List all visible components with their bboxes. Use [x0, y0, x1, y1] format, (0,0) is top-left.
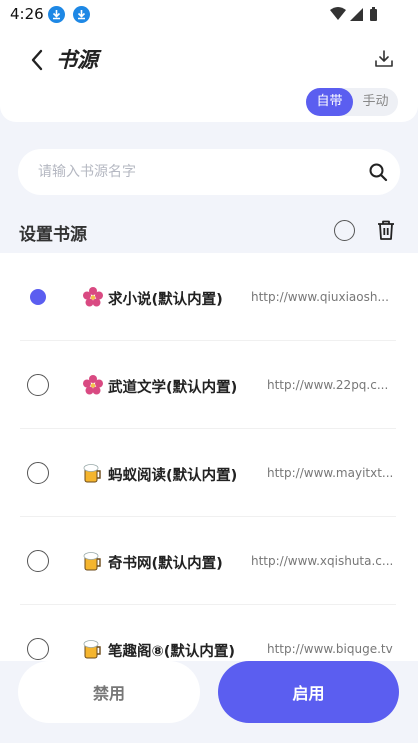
source-name: 奇书网(默认内置): [108, 556, 223, 572]
page-title: 书源: [56, 48, 98, 72]
search-input[interactable]: [38, 149, 338, 195]
wifi-icon: [330, 7, 346, 20]
status-bar: 4:26: [0, 0, 418, 28]
source-url: http://www.qiuxiaosh...: [251, 290, 389, 304]
section-title: 设置书源: [19, 225, 87, 245]
status-icons: [330, 6, 388, 26]
source-row[interactable]: 笔趣阁⑧(默认内置) http://www.biquge.tv: [0, 605, 418, 661]
source-row[interactable]: 奇书网(默认内置) http://www.xqishuta.c...: [0, 517, 418, 605]
source-type-toggle: 自带 手动: [306, 88, 398, 116]
source-row[interactable]: 蚂蚁阅读(默认内置) http://www.mayitxt...: [0, 429, 418, 517]
source-url: http://www.biquge.tv: [267, 642, 393, 656]
search-icon[interactable]: [368, 162, 388, 182]
source-name: 武道文学(默认内置): [108, 380, 238, 396]
source-url: http://www.22pq.c...: [267, 378, 389, 392]
book-source-page: 4:26 书源 自带 手动 请输入书源名字 设置书源 求小说(默认内置) htt…: [0, 0, 418, 743]
source-url: http://www.mayitxt...: [267, 466, 394, 480]
flower-icon: [83, 287, 103, 307]
source-url: http://www.xqishuta.c...: [251, 554, 394, 568]
source-name: 求小说(默认内置): [108, 292, 223, 308]
signal-icon: [350, 8, 363, 21]
enable-button[interactable]: 启用: [218, 661, 399, 723]
beer-icon: [83, 640, 101, 659]
app-header: 书源 自带 手动: [0, 28, 418, 122]
battery-icon: [370, 9, 377, 21]
select-all-radio[interactable]: [334, 220, 355, 241]
download-icon[interactable]: [374, 49, 394, 69]
source-radio[interactable]: [27, 550, 49, 572]
source-name: 笔趣阁⑧(默认内置): [108, 644, 236, 660]
beer-icon: [83, 552, 101, 571]
search-bar: [18, 149, 400, 195]
source-name: 蚂蚁阅读(默认内置): [108, 468, 238, 484]
tab-builtin[interactable]: 自带: [306, 88, 353, 116]
source-radio[interactable]: [27, 374, 49, 396]
tab-manual[interactable]: 手动: [353, 88, 398, 116]
disable-button[interactable]: 禁用: [18, 661, 200, 723]
download-notification-icon: [73, 6, 90, 23]
source-radio[interactable]: [27, 462, 49, 484]
source-list: 求小说(默认内置) http://www.qiuxiaosh... 武道文学(默…: [0, 253, 418, 661]
source-radio[interactable]: [27, 286, 49, 308]
download-notification-icon: [48, 6, 65, 23]
source-radio[interactable]: [27, 638, 49, 660]
beer-icon: [83, 464, 101, 483]
trash-icon[interactable]: [376, 219, 396, 241]
status-time: 4:26: [10, 5, 44, 23]
source-row[interactable]: 求小说(默认内置) http://www.qiuxiaosh...: [0, 253, 418, 341]
source-row[interactable]: 武道文学(默认内置) http://www.22pq.c...: [0, 341, 418, 429]
flower-icon: [83, 375, 103, 395]
back-arrow-icon[interactable]: [28, 48, 48, 72]
